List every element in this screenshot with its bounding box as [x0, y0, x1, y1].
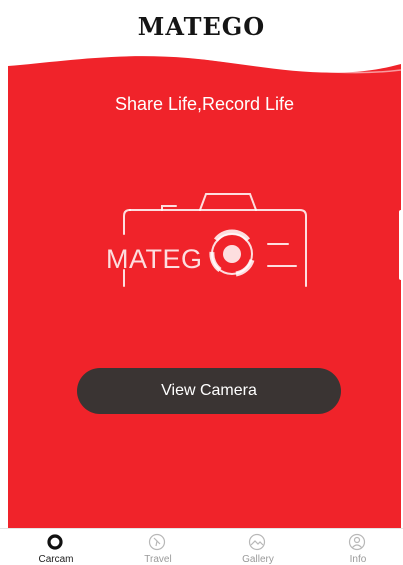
- tab-label: Info: [349, 554, 367, 565]
- tab-label: Gallery: [242, 554, 274, 565]
- bottom-tab-bar: Carcam Travel Gallery Info: [0, 528, 403, 565]
- tab-info[interactable]: Info: [318, 529, 398, 565]
- camera-brand-text: MATEG: [106, 244, 203, 274]
- view-camera-button[interactable]: View Camera: [77, 368, 341, 414]
- slogan-text: Share Life,Record Life: [114, 94, 295, 114]
- tab-gallery[interactable]: Gallery: [218, 529, 298, 565]
- tab-label: Carcam: [38, 554, 74, 565]
- side-handle[interactable]: [399, 210, 403, 280]
- info-icon: [348, 533, 366, 551]
- tab-label: Travel: [144, 554, 172, 565]
- tab-travel[interactable]: Travel: [118, 529, 198, 565]
- travel-icon: [148, 533, 166, 551]
- gallery-icon: [248, 533, 266, 551]
- tab-carcam[interactable]: Carcam: [16, 529, 96, 565]
- carcam-icon: [47, 534, 63, 550]
- brand-logo: MATEGO: [137, 12, 266, 41]
- header-wave-decoration: [8, 44, 401, 74]
- camera-outline-icon: [123, 193, 307, 287]
- hero-panel: Share Life,Record Life MATEG View Camera: [8, 44, 401, 528]
- app-screen: MATEGO Share Life,Record Life MATEG View…: [0, 0, 403, 565]
